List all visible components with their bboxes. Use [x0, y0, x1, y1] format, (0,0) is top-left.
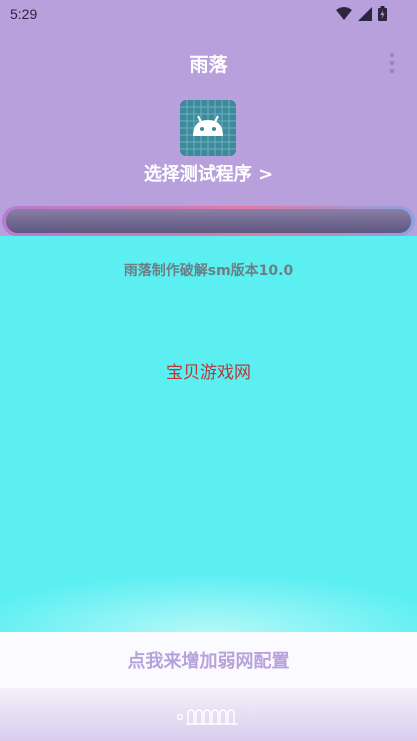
- more-vert-icon[interactable]: [387, 52, 397, 74]
- signal-icon: [358, 6, 372, 21]
- progress-bar: [2, 206, 415, 236]
- app-title: 雨落: [189, 54, 228, 76]
- watermark-text: 宝贝游戏网: [166, 363, 251, 383]
- progress-track: [6, 209, 411, 233]
- status-icons: [336, 6, 387, 21]
- add-config-button[interactable]: 点我来增加弱网配置: [0, 632, 417, 688]
- bottom-area: [0, 688, 417, 741]
- android-icon[interactable]: [180, 100, 236, 156]
- header: 雨落 选择测试程序 >: [0, 30, 417, 206]
- status-time: 5:29: [10, 6, 38, 22]
- bottom-glow: [0, 572, 417, 632]
- status-bar: 5:29: [0, 0, 417, 30]
- version-text: 雨落制作破解sm版本10.0: [123, 263, 294, 279]
- gesture-handle-icon: [176, 709, 238, 725]
- select-program-button[interactable]: 选择测试程序 >: [0, 160, 417, 186]
- wifi-icon: [336, 6, 352, 20]
- main-content: 雨落制作破解sm版本10.0 宝贝游戏网: [0, 236, 417, 632]
- progress-fill: [6, 209, 411, 233]
- battery-icon: [378, 6, 387, 21]
